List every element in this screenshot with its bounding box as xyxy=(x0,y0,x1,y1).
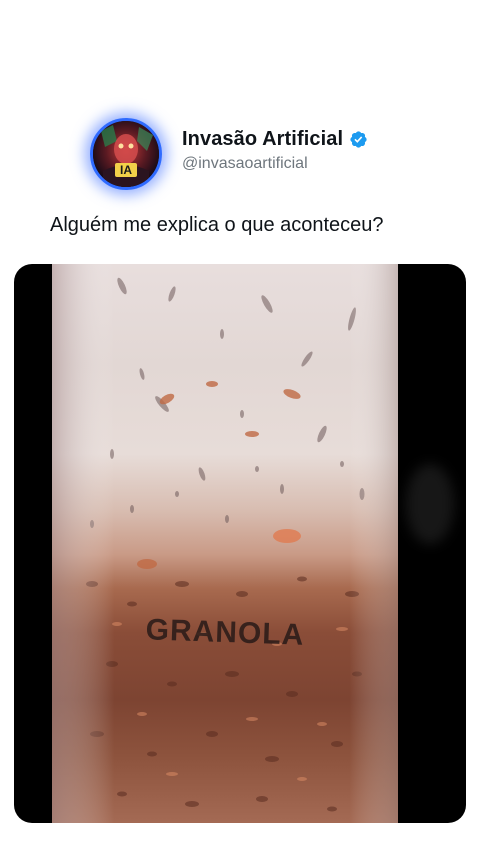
display-name-row: Invasão Artificial xyxy=(182,128,368,151)
verified-badge-icon xyxy=(350,131,367,148)
display-name[interactable]: Invasão Artificial xyxy=(182,128,343,151)
granola-jar-image xyxy=(52,264,398,823)
user-info: Invasão Artificial @invasaoartificial xyxy=(182,128,368,173)
handle[interactable]: @invasaoartificial xyxy=(182,155,368,173)
avatar-badge-text: IA xyxy=(120,163,132,177)
video-frame: GRANOLA xyxy=(52,264,398,823)
media-edge-shadow xyxy=(406,464,454,544)
post-text: Alguém me explica o que aconteceu? xyxy=(50,214,384,236)
ia-avatar-icon: IA xyxy=(93,121,159,187)
avatar[interactable]: IA xyxy=(90,118,162,190)
post-media[interactable]: GRANOLA xyxy=(14,264,466,823)
